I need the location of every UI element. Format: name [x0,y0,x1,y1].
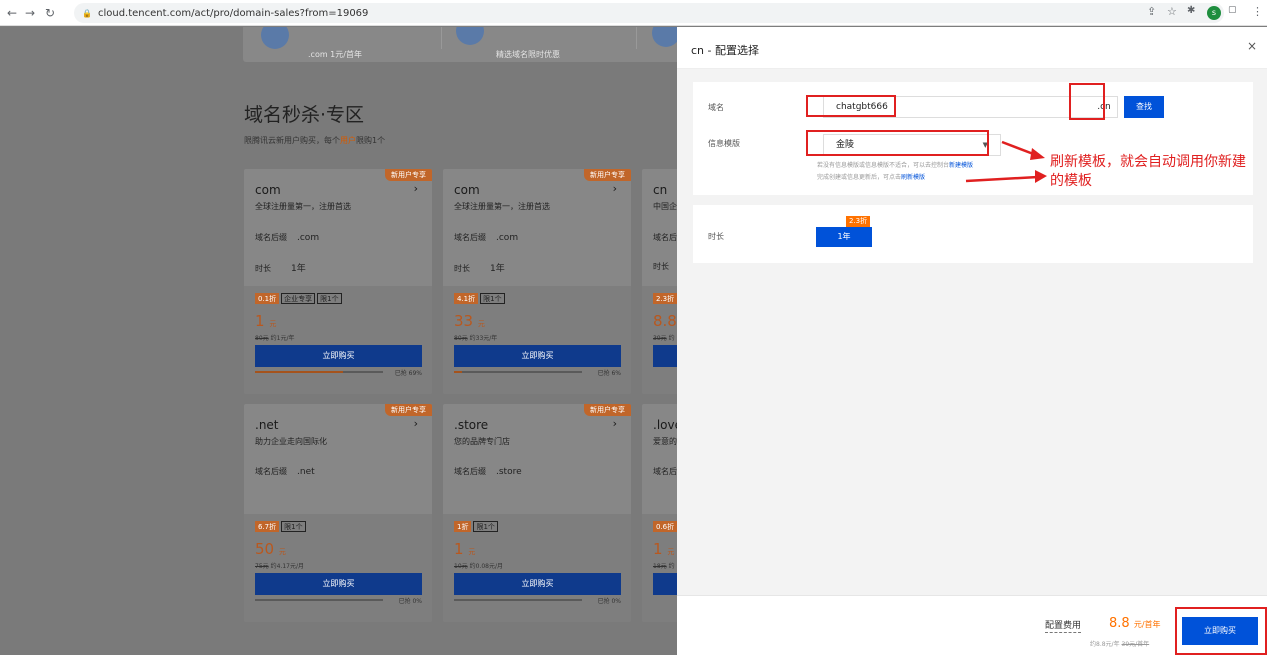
arrow-to-template [1001,140,1045,160]
annotation-text-1: 刷新模板，就会自动调用你新建 [1050,154,1246,170]
arrow-to-refresh [965,170,1047,183]
annotation-text-2: 的模板 [1050,173,1092,189]
annotation-arrows [965,140,1047,183]
